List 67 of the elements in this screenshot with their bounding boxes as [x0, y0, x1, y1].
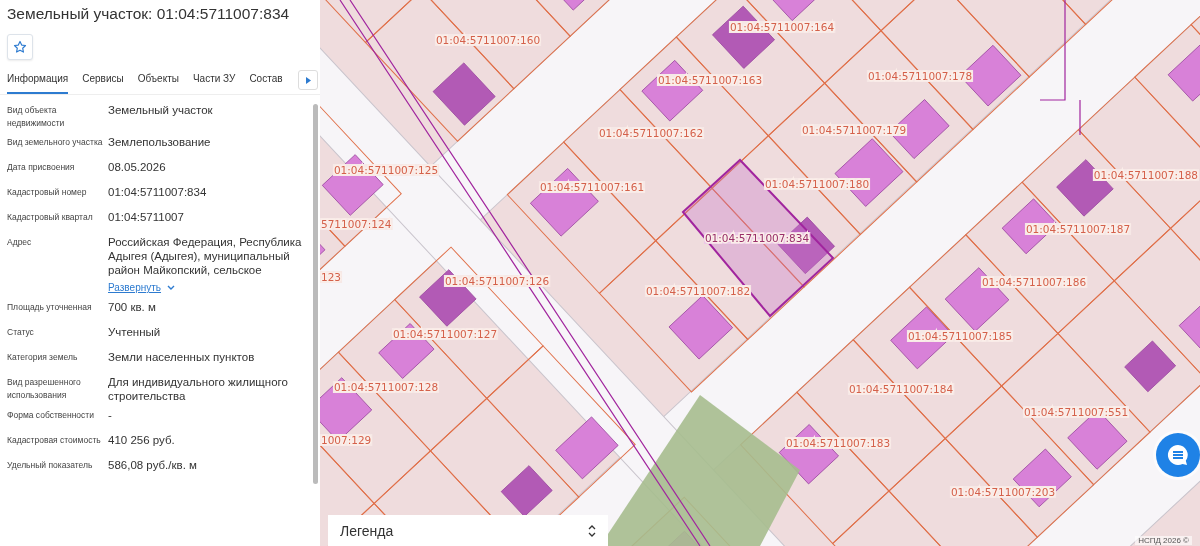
field-label: Кадастровый квартал: [7, 211, 94, 224]
parcel-number-label: 01:04:5711007:126: [444, 275, 550, 287]
parcel-number-label: 01:04:5711007:182: [645, 285, 751, 297]
parcel-number-label: 01:04:5711007:179: [801, 124, 907, 136]
tab[interactable]: Части ЗУ: [192, 70, 236, 94]
field-label: Вид земельного участка: [7, 136, 104, 149]
field-label: Удельный показатель: [7, 459, 94, 472]
field-value: -: [108, 408, 113, 422]
field-value: Учтенный: [108, 325, 162, 339]
parcel-number-label: 01:04:5711007:185: [907, 330, 1013, 342]
star-icon: [13, 40, 27, 54]
page-title: Земельный участок: 01:04:5711007:834: [7, 5, 291, 23]
tab[interactable]: Объекты: [137, 70, 179, 94]
parcel-number-label: 01:04:5711007:164: [729, 21, 835, 33]
next-tab-button[interactable]: [298, 70, 318, 90]
field-label: Дата присвоения: [7, 161, 76, 174]
field-value: Земельный участок: [108, 103, 214, 117]
field-value: Для индивидуального жилищного строительства: [108, 375, 289, 403]
parcel-number-label: 01:04:5711007:162: [598, 127, 704, 139]
message-icon: [1166, 443, 1190, 467]
parcel-number-label: 1007:129: [321, 434, 372, 446]
field-label: Вид объекта недвижимости: [7, 104, 66, 130]
caret-icon: [305, 76, 311, 84]
parcel-number-label: 01:04:5711007:184: [848, 383, 954, 395]
parcel-number-label: 01:04:5711007:183: [785, 437, 891, 449]
up-down-caret-icon: [588, 524, 596, 537]
field-value: 01:04:5711007:834: [108, 185, 208, 199]
field-value: Земли населенных пунктов: [108, 350, 256, 364]
favorite-button[interactable]: [7, 34, 33, 60]
chevron-down-icon: [167, 285, 175, 290]
parcel-number-label: 01:04:5711007:203: [950, 486, 1056, 498]
field-label: Адрес: [7, 236, 33, 249]
parcel-number-label: 01:04:5711007:128: [333, 381, 439, 393]
tab[interactable]: Информация: [7, 70, 69, 94]
field-value: Российская Федерация, Республика Адыгея (Адыгея), муниципальный район Майкопский, сельское: [108, 235, 303, 277]
parcel-number-label: 01:04:5711007:160: [435, 34, 541, 46]
parcel-number-label: 01:04:5711007:188: [1093, 169, 1198, 181]
field-label: Статус: [7, 326, 35, 339]
parcel-number-label: 01:04:5711007:178: [867, 70, 973, 82]
legend-dropdown[interactable]: Легенда: [328, 515, 608, 546]
parcel-number-label: 01:04:5711007:551: [1023, 406, 1129, 418]
field-label: Вид разрешенного использования: [7, 376, 82, 402]
parcel-number-label: 01:04:5711007:186: [981, 276, 1087, 288]
parcel-number-label: 01:04:5711007:127: [392, 328, 498, 340]
field-label: Кадастровый номер: [7, 186, 88, 199]
field-label: Кадастровая стоимость: [7, 434, 102, 447]
tab[interactable]: Состав: [249, 70, 283, 94]
field-value: 01:04:5711007: [108, 210, 185, 224]
field-label: Форма собственности: [7, 409, 95, 422]
map-attribution: НСПД 2026 ©: [1135, 536, 1192, 545]
field-value: 410 256 руб.: [108, 433, 176, 447]
field-value: Землепользование: [108, 135, 212, 149]
expand-link[interactable]: Развернуть: [108, 282, 175, 293]
parcel-number-label: 01:04:5711007:125: [333, 164, 439, 176]
parcel-number-label: 5711007:124: [321, 218, 392, 230]
parcel-number-label: 01:04:5711007:834: [704, 232, 810, 244]
field-value: 08.05.2026: [108, 160, 167, 174]
parcel-number-label: 01:04:5711007:187: [1025, 223, 1131, 235]
parcel-number-label: 123: [321, 271, 342, 283]
parcel-number-label: 01:04:5711007:180: [764, 178, 870, 190]
parcel-number-label: 01:04:5711007:163: [657, 74, 763, 86]
field-value: 586,08 руб./кв. м: [108, 458, 198, 472]
tab[interactable]: Сервисы: [82, 70, 124, 94]
field-label: Категория земель: [7, 351, 79, 364]
field-value: 700 кв. м: [108, 300, 157, 314]
field-label: Площадь уточненная: [7, 301, 93, 314]
parcel-number-label: 01:04:5711007:161: [539, 181, 645, 193]
